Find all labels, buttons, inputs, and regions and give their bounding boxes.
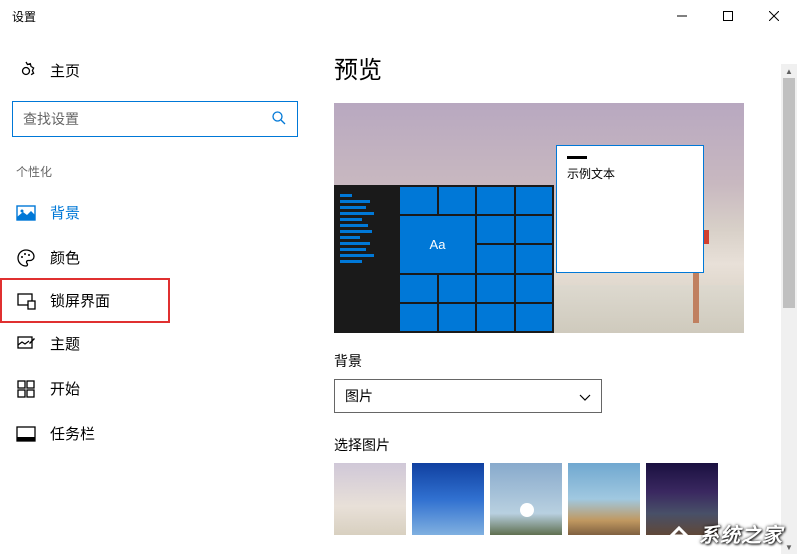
- preview-taskbar: [334, 185, 398, 333]
- sidebar-item-colors[interactable]: 颜色: [0, 235, 310, 280]
- home-button[interactable]: 主页: [0, 52, 310, 89]
- minimize-button[interactable]: [659, 0, 705, 32]
- sidebar-item-background[interactable]: 背景: [0, 190, 310, 235]
- chevron-down-icon: [579, 390, 591, 402]
- home-label: 主页: [50, 60, 80, 81]
- watermark-text: 系统之家: [699, 519, 783, 548]
- sidebar-item-label: 任务栏: [50, 423, 95, 444]
- sample-text: 示例文本: [567, 165, 693, 182]
- scrollbar-thumb[interactable]: [783, 78, 795, 308]
- sidebar-item-start[interactable]: 开始: [0, 366, 310, 411]
- sidebar: 主页 个性化 背景 颜色 锁: [0, 32, 310, 554]
- sidebar-item-label: 开始: [50, 378, 80, 399]
- themes-icon: [16, 334, 36, 354]
- sidebar-item-label: 背景: [50, 202, 80, 223]
- preview-tiles: Aa: [398, 185, 554, 333]
- scrollbar-up-arrow[interactable]: ▲: [781, 64, 797, 78]
- start-icon: [16, 379, 36, 399]
- scrollbar-down-arrow[interactable]: ▼: [781, 540, 797, 554]
- picture-thumb-1[interactable]: [334, 463, 406, 535]
- background-section-label: 背景: [334, 351, 773, 371]
- picture-thumb-2[interactable]: [412, 463, 484, 535]
- choose-picture-label: 选择图片: [334, 435, 773, 455]
- sidebar-item-themes[interactable]: 主题: [0, 321, 310, 366]
- gear-icon: [16, 61, 36, 81]
- titlebar: 设置: [0, 0, 797, 32]
- taskbar-icon: [16, 424, 36, 444]
- preview-sample-window: 示例文本: [556, 145, 704, 273]
- search-box[interactable]: [12, 101, 298, 137]
- vertical-scrollbar[interactable]: ▲ ▼: [781, 64, 797, 554]
- category-label: 个性化: [0, 155, 310, 190]
- sidebar-item-label: 颜色: [50, 247, 80, 268]
- picture-thumb-3[interactable]: [490, 463, 562, 535]
- picture-icon: [16, 203, 36, 223]
- window-title: 设置: [12, 8, 36, 25]
- preview-heading: 预览: [334, 50, 773, 85]
- sidebar-item-lockscreen[interactable]: 锁屏界面: [0, 278, 170, 323]
- close-button[interactable]: [751, 0, 797, 32]
- search-icon: [271, 110, 287, 129]
- main-content: 预览: [310, 32, 797, 554]
- picture-thumb-4[interactable]: [568, 463, 640, 535]
- window-controls: [659, 0, 797, 32]
- sidebar-item-label: 主题: [50, 333, 80, 354]
- preview-start-panel: Aa: [334, 185, 554, 333]
- sidebar-item-taskbar[interactable]: 任务栏: [0, 411, 310, 456]
- sample-window-bar: [567, 156, 587, 159]
- maximize-button[interactable]: [705, 0, 751, 32]
- preview-tile-aa: Aa: [400, 216, 475, 272]
- desktop-preview: Aa 示例文本: [334, 103, 744, 333]
- watermark-logo-icon: [665, 520, 693, 548]
- dropdown-value: 图片: [345, 386, 579, 406]
- lockscreen-icon: [16, 291, 36, 311]
- search-input[interactable]: [23, 111, 271, 127]
- palette-icon: [16, 248, 36, 268]
- sidebar-item-label: 锁屏界面: [50, 290, 110, 311]
- watermark: 系统之家: [665, 519, 783, 548]
- background-dropdown[interactable]: 图片: [334, 379, 602, 413]
